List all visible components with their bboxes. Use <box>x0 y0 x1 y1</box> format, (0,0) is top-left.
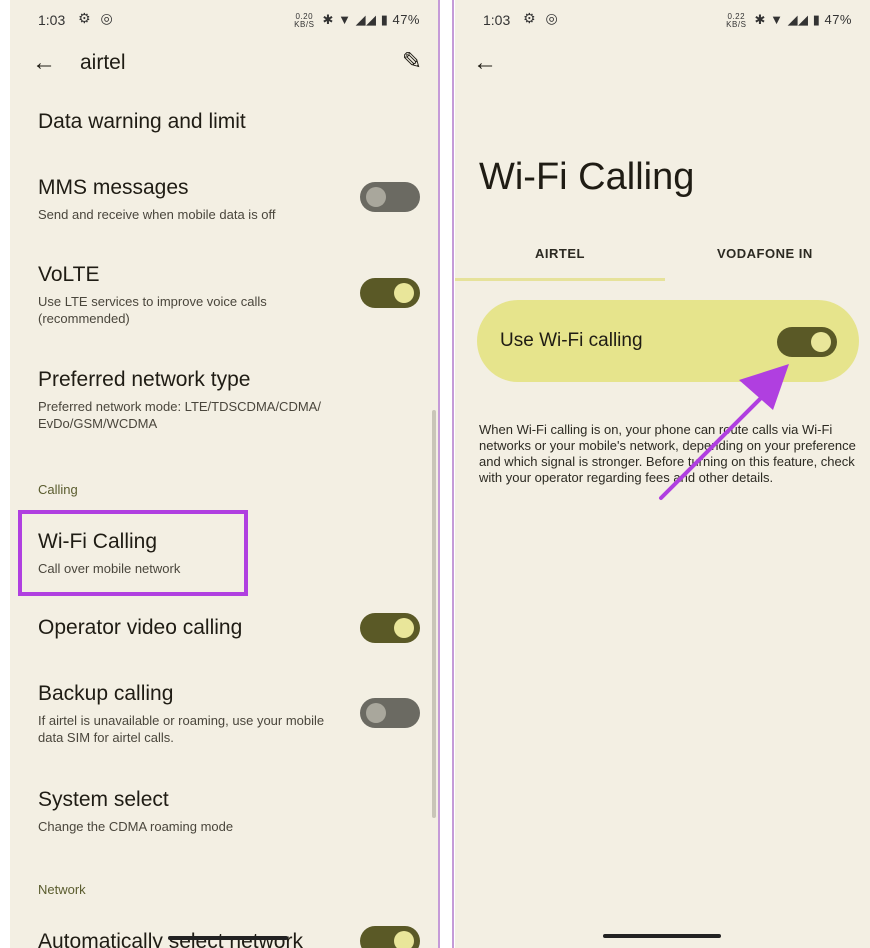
item-title: System select <box>38 788 169 811</box>
app-bar: ← airtel ✎ <box>10 44 438 84</box>
item-subtitle: Use LTE services to improve voice calls … <box>38 294 267 326</box>
status-right: 0.22 KB/S ✱ ▼ ◢◢ ▮ 47% <box>726 12 852 29</box>
item-volte[interactable]: VoLTE Use LTE services to improve voice … <box>38 263 338 327</box>
item-title: Preferred network type <box>38 368 251 391</box>
app-bar: ← <box>455 44 870 84</box>
highlight-box-annotation <box>18 510 248 596</box>
item-operator-video-calling[interactable]: Operator video calling <box>38 616 242 640</box>
item-system-select[interactable]: System select Change the CDMA roaming mo… <box>38 788 358 835</box>
backup-calling-toggle[interactable] <box>360 698 420 728</box>
back-arrow-icon[interactable]: ← <box>473 48 497 78</box>
page-title: Wi-Fi Calling <box>479 156 695 198</box>
item-title: Operator video calling <box>38 616 243 639</box>
mms-messages-toggle[interactable] <box>360 182 420 212</box>
page-title: airtel <box>80 51 126 74</box>
gear-icon: ⚙ <box>523 10 536 26</box>
tab-vodafone-in[interactable]: VODAFONE IN <box>717 246 813 261</box>
signal-icon: ◢◢ <box>355 12 377 27</box>
battery-icon: ▮ <box>812 12 821 27</box>
auto-select-network-toggle[interactable] <box>360 926 420 948</box>
battery-percent: 47% <box>824 12 852 27</box>
bluetooth-icon: ✱ <box>322 12 334 27</box>
use-wifi-calling-toggle[interactable] <box>777 327 837 357</box>
toggle-knob <box>366 703 386 723</box>
status-icons: ⚙ ◎ <box>523 10 558 27</box>
item-backup-calling[interactable]: Backup calling If airtel is unavailable … <box>38 682 338 746</box>
status-time: 1:03 <box>483 12 511 28</box>
nav-gesture-handle[interactable] <box>168 936 288 940</box>
gear-icon: ⚙ <box>78 10 91 26</box>
tab-airtel[interactable]: AIRTEL <box>535 246 585 261</box>
nav-gesture-handle[interactable] <box>603 934 721 938</box>
use-wifi-calling-label: Use Wi-Fi calling <box>500 330 643 351</box>
toggle-knob <box>394 283 414 303</box>
operator-video-calling-toggle[interactable] <box>360 613 420 643</box>
pencil-icon[interactable]: ✎ <box>402 47 422 76</box>
item-subtitle: Change the CDMA roaming mode <box>38 819 234 834</box>
item-data-warning[interactable]: Data warning and limit <box>38 110 246 134</box>
instagram-icon: ◎ <box>545 10 558 26</box>
instagram-icon: ◎ <box>100 10 113 26</box>
wifi-icon: ▼ <box>770 12 784 27</box>
wifi-icon: ▼ <box>338 12 352 27</box>
status-icons: ⚙ ◎ <box>78 10 113 27</box>
status-time: 1:03 <box>38 12 66 28</box>
item-title: Backup calling <box>38 682 174 705</box>
status-bar: 1:03 ⚙ ◎ 0.22 KB/S ✱ ▼ ◢◢ ▮ 47% <box>455 10 870 32</box>
back-arrow-icon[interactable]: ← <box>32 48 56 78</box>
toggle-knob <box>394 931 414 948</box>
item-subtitle: If airtel is unavailable or roaming, use… <box>38 713 325 745</box>
section-header-network: Network <box>38 882 86 897</box>
toggle-knob <box>811 332 831 352</box>
status-right: 0.20 KB/S ✱ ▼ ◢◢ ▮ 47% <box>294 12 420 29</box>
signal-icon: ◢◢ <box>787 12 809 27</box>
battery-percent: 47% <box>392 12 420 27</box>
wifi-calling-description: When Wi-Fi calling is on, your phone can… <box>479 422 856 485</box>
use-wifi-calling-card[interactable]: Use Wi-Fi calling <box>477 300 859 382</box>
scrollbar[interactable] <box>432 410 436 818</box>
item-subtitle: Preferred network mode: LTE/TDSCDMA/CDMA… <box>38 399 321 431</box>
wifi-calling-panel-right: 1:03 ⚙ ◎ 0.22 KB/S ✱ ▼ ◢◢ ▮ 47% ← Wi-Fi C… <box>455 0 870 948</box>
status-bar: 1:03 ⚙ ◎ 0.20 KB/S ✱ ▼ ◢◢ ▮ 47% <box>10 10 438 32</box>
volte-toggle[interactable] <box>360 278 420 308</box>
tab-indicator <box>455 278 665 281</box>
battery-icon: ▮ <box>380 12 389 27</box>
toggle-knob <box>366 187 386 207</box>
divider <box>438 0 440 948</box>
item-mms-messages[interactable]: MMS messages Send and receive when mobil… <box>38 176 358 223</box>
network-speed: 0.20 KB/S <box>294 11 315 29</box>
item-title: MMS messages <box>38 176 189 199</box>
section-header-calling: Calling <box>38 482 78 497</box>
toggle-knob <box>394 618 414 638</box>
bluetooth-icon: ✱ <box>754 12 766 27</box>
item-title: Data warning and limit <box>38 110 246 133</box>
item-preferred-network-type[interactable]: Preferred network type Preferred network… <box>38 368 398 432</box>
item-subtitle: Send and receive when mobile data is off <box>38 207 276 222</box>
network-speed: 0.22 KB/S <box>726 11 747 29</box>
settings-panel-left: 1:03 ⚙ ◎ 0.20 KB/S ✱ ▼ ◢◢ ▮ 47% ← airtel … <box>10 0 438 948</box>
item-title: VoLTE <box>38 263 100 286</box>
divider <box>452 0 454 948</box>
